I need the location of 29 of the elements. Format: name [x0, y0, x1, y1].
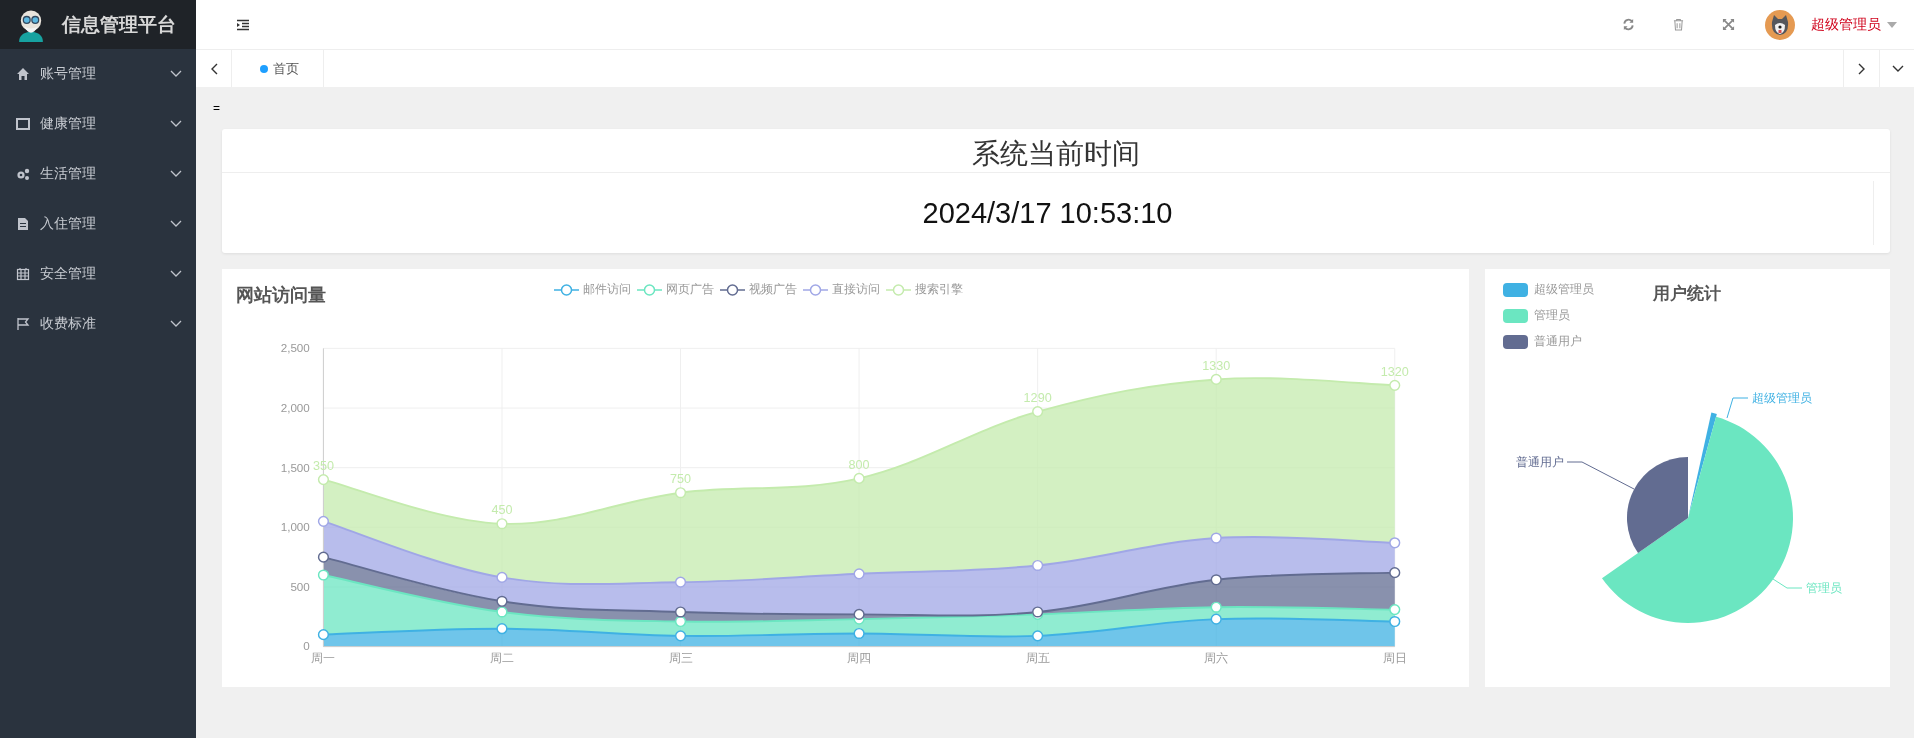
data-label: 450 — [491, 502, 513, 517]
data-label: 350 — [312, 458, 334, 473]
app-title: 信息管理平台 — [62, 12, 176, 37]
x-tick-label: 周六 — [1204, 650, 1229, 664]
slice-label: 管理员 — [1806, 581, 1842, 595]
y-tick-label: 1,500 — [280, 460, 310, 474]
y-tick-label: 2,500 — [280, 340, 310, 354]
data-label: 1320 — [1380, 364, 1409, 379]
chart-title: 用户统计 — [1653, 283, 1721, 305]
x-tick-label: 周二 — [490, 650, 514, 664]
x-tick-label: 周一 — [311, 650, 336, 664]
clock-time: 2024/3/17 10:53:10 — [922, 196, 1173, 230]
y-tick-label: 500 — [290, 579, 310, 593]
y-tick-label: 1,000 — [280, 519, 310, 533]
page-marker: = — [213, 101, 220, 115]
chart-title: 网站访问量 — [236, 284, 326, 307]
data-label: 1290 — [1023, 390, 1052, 405]
x-tick-label: 周日 — [1382, 650, 1407, 664]
x-tick-label: 周四 — [847, 650, 872, 664]
data-label: 800 — [848, 457, 870, 472]
y-tick-label: 2,000 — [280, 400, 310, 414]
y-tick-label: 0 — [303, 639, 310, 653]
data-label: 1330 — [1202, 358, 1231, 373]
x-tick-label: 周三 — [668, 650, 693, 664]
x-tick-label: 周五 — [1025, 650, 1050, 664]
data-label: 750 — [670, 471, 692, 486]
slice-label: 普通用户 — [1516, 455, 1564, 469]
clock-title: 系统当前时间 — [222, 129, 1890, 173]
slice-label: 超级管理员 — [1752, 391, 1812, 405]
